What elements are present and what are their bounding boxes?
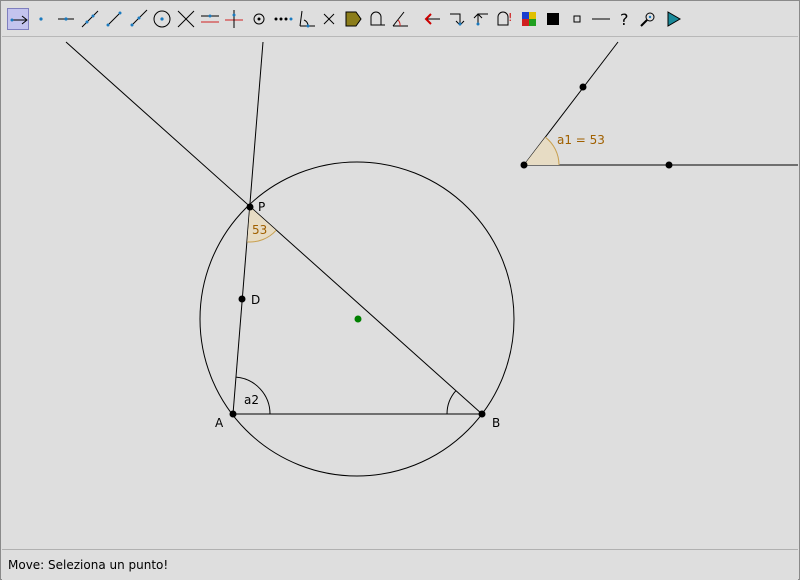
point-b[interactable]	[478, 410, 486, 418]
polygon-tool[interactable]	[272, 8, 294, 30]
circle-center-tool[interactable]	[151, 8, 173, 30]
intersect-tool[interactable]	[175, 8, 197, 30]
drawing-canvas[interactable]: 53 a2 a1 = 53 P D A B	[2, 37, 798, 547]
color-palette-icon	[522, 12, 536, 26]
help-tool[interactable]: ?	[614, 8, 636, 30]
parallel-icon	[201, 14, 219, 23]
angle-arc-b	[446, 390, 457, 415]
ray-tool[interactable]	[127, 8, 149, 30]
move-tool[interactable]	[7, 8, 29, 30]
arrow-left-icon	[424, 13, 440, 25]
move-arrow-icon	[10, 15, 28, 25]
transform-tool[interactable]	[470, 8, 492, 30]
polygon-dots-icon	[274, 17, 293, 21]
x-icon	[323, 13, 335, 25]
line-style-icon	[592, 18, 610, 20]
geometry-app-window: !? 53 a2 a1 = 53 P D A B Move: Seleziona…	[0, 0, 800, 580]
angle-label-p: 53	[252, 223, 267, 237]
question-icon: ?	[620, 10, 629, 29]
midpoint-icon	[58, 17, 74, 21]
color-tool[interactable]	[518, 8, 540, 30]
transform-icon	[473, 13, 488, 26]
angle-icon	[299, 10, 315, 28]
point-angle-vertex[interactable]	[520, 161, 528, 169]
undo-tool[interactable]	[422, 8, 444, 30]
construction-svg[interactable]: 53 a2 a1 = 53 P D A B	[2, 37, 798, 547]
label-a: A	[215, 416, 224, 430]
segment-icon	[106, 11, 122, 27]
status-text: Move: Seleziona un punto!	[8, 558, 169, 572]
angle-measure-tool[interactable]	[390, 8, 412, 30]
angle-measure-icon	[392, 11, 408, 27]
svg-text:!: !	[508, 11, 512, 24]
zoom-tool[interactable]	[638, 8, 660, 30]
perpendicular-line-tool[interactable]	[223, 8, 245, 30]
point-center[interactable]	[354, 315, 362, 323]
check-icon: !	[497, 11, 512, 26]
fill-icon	[345, 11, 362, 27]
text-tool[interactable]	[366, 8, 388, 30]
text-icon	[370, 11, 385, 26]
toolbar: !?	[2, 2, 798, 37]
intersect-icon	[177, 10, 195, 28]
angle-label-a1: a1 = 53	[557, 133, 605, 147]
small-square-icon	[573, 15, 581, 23]
parallel-line-tool[interactable]	[199, 8, 221, 30]
point-p[interactable]	[246, 203, 254, 211]
label-d: D	[251, 293, 260, 307]
play-icon	[667, 11, 681, 27]
perpendicular-icon	[225, 10, 243, 28]
label-p: P	[258, 200, 265, 214]
point-style-tool[interactable]	[566, 8, 588, 30]
magnifier-icon	[640, 12, 655, 27]
black-square-icon	[547, 13, 559, 25]
line-two-points-tool[interactable]	[79, 8, 101, 30]
fill-tool[interactable]	[342, 8, 364, 30]
ray-icon	[130, 9, 148, 27]
status-bar: Move: Seleziona un punto!	[2, 549, 798, 580]
line-through-p-b[interactable]	[65, 41, 483, 415]
point-d[interactable]	[238, 295, 246, 303]
delete-tool[interactable]	[318, 8, 340, 30]
segment-tool[interactable]	[103, 8, 125, 30]
circle-point-icon	[253, 13, 265, 25]
redo-icon	[450, 13, 465, 26]
point-a[interactable]	[229, 410, 237, 418]
angle-tool[interactable]	[296, 8, 318, 30]
point-icon	[39, 17, 43, 21]
fill-black-tool[interactable]	[542, 8, 564, 30]
check-tool[interactable]: !	[494, 8, 516, 30]
svg-text:?: ?	[620, 10, 629, 29]
circle-icon	[153, 10, 171, 28]
angle-label-a2: a2	[244, 393, 259, 407]
circle-point-tool[interactable]	[248, 8, 270, 30]
line-icon	[81, 10, 99, 28]
play-tool[interactable]	[662, 8, 684, 30]
redo-tool[interactable]	[446, 8, 468, 30]
line-style-tool[interactable]	[590, 8, 612, 30]
point-angle-lower[interactable]	[665, 161, 673, 169]
midpoint-tool[interactable]	[55, 8, 77, 30]
new-point-tool[interactable]	[30, 8, 52, 30]
point-angle-upper[interactable]	[579, 83, 587, 91]
label-b: B	[492, 416, 500, 430]
